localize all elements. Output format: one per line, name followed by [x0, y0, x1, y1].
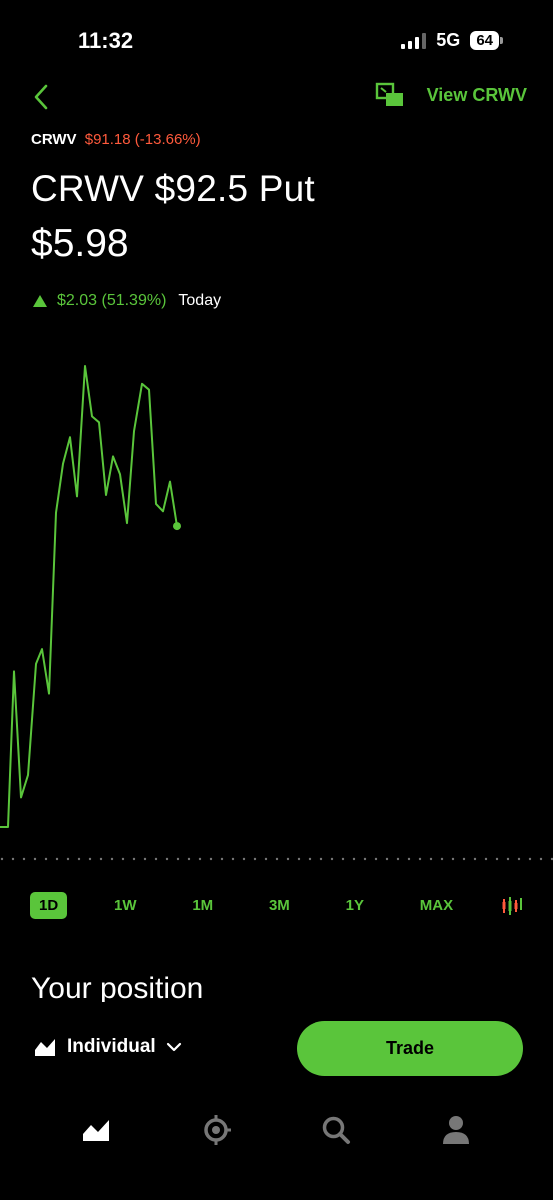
status-indicators: 5G 64 — [401, 30, 503, 51]
baseline-dot — [220, 857, 224, 861]
baseline-dot — [264, 857, 268, 861]
baseline-dot — [352, 857, 356, 861]
tab-bar — [0, 1100, 553, 1160]
baseline-dot — [308, 857, 312, 861]
baseline-dot — [275, 857, 279, 861]
range-1y[interactable]: 1Y — [337, 892, 373, 919]
underlying-price: $91.18 (-13.66%) — [84, 131, 201, 148]
status-time: 11:32 — [78, 28, 134, 53]
baseline-dot — [110, 857, 114, 861]
baseline-dot — [33, 857, 37, 861]
back-button[interactable] — [26, 80, 56, 114]
tab-crypto[interactable] — [196, 1110, 236, 1150]
baseline-dot — [209, 857, 213, 861]
tab-investing[interactable] — [76, 1110, 116, 1150]
candlestick-icon — [502, 896, 522, 915]
search-icon — [322, 1116, 350, 1144]
network-type: 5G — [436, 30, 461, 50]
baseline-dot — [66, 857, 70, 861]
baseline-dot — [198, 857, 202, 861]
picture-in-picture-icon — [375, 82, 403, 106]
baseline-dot — [429, 857, 433, 861]
battery-icon: 64 — [470, 31, 503, 50]
baseline-dot — [143, 857, 147, 861]
baseline-dot — [88, 857, 92, 861]
position-title: Your position — [31, 972, 204, 1002]
crypto-icon — [204, 1115, 231, 1145]
baseline-dot — [286, 857, 290, 861]
baseline-dot — [165, 857, 169, 861]
baseline-dot — [253, 857, 257, 861]
change-period: Today — [178, 292, 222, 309]
current-price-dot — [173, 522, 181, 531]
baseline-dot — [396, 857, 400, 861]
up-triangle-icon — [33, 295, 47, 307]
baseline-dot — [242, 857, 246, 861]
baseline-dot — [440, 857, 444, 861]
baseline-dot — [495, 857, 499, 861]
account-icon — [443, 1116, 469, 1144]
nav-actions: View CRWV — [375, 82, 527, 108]
baseline-dot — [517, 857, 521, 861]
baseline-dot — [11, 857, 15, 861]
baseline-dot — [363, 857, 367, 861]
portfolio-chart-icon — [34, 1036, 56, 1056]
candlestick-toggle-button[interactable] — [500, 895, 524, 917]
baseline-dot — [55, 857, 59, 861]
baseline-dot — [154, 857, 158, 861]
investing-icon — [82, 1117, 110, 1141]
baseline-dot — [407, 857, 411, 861]
trade-button[interactable]: Trade — [297, 1021, 523, 1076]
baseline-dot — [506, 857, 510, 861]
range-1w[interactable]: 1W — [105, 892, 146, 919]
baseline-dot — [385, 857, 389, 861]
signal-icon — [401, 32, 427, 49]
chevron-down-icon — [166, 1042, 181, 1052]
baseline-dot — [231, 857, 235, 861]
baseline-dot — [0, 857, 4, 861]
option-price: $5.98 — [31, 222, 129, 265]
picture-in-picture-button[interactable] — [375, 82, 405, 108]
baseline-dot — [539, 857, 543, 861]
baseline-dot — [176, 857, 180, 861]
underlying-symbol: CRWV — [31, 131, 77, 148]
baseline-dot — [44, 857, 48, 861]
tab-search[interactable] — [316, 1110, 356, 1150]
baseline-dot — [22, 857, 26, 861]
range-1d[interactable]: 1D — [30, 892, 68, 919]
price-change: $2.03 (51.39%) Today — [33, 292, 221, 310]
baseline-dot — [451, 857, 455, 861]
option-title: CRWV $92.5 Put — [31, 168, 315, 209]
baseline-dot — [462, 857, 466, 861]
baseline-dot — [473, 857, 477, 861]
range-max[interactable]: MAX — [411, 892, 462, 919]
baseline-dot — [297, 857, 301, 861]
range-1m[interactable]: 1M — [183, 892, 222, 919]
baseline-dot — [121, 857, 125, 861]
baseline-dot — [528, 857, 532, 861]
baseline-dot — [187, 857, 191, 861]
price-chart[interactable] — [0, 320, 553, 880]
range-3m[interactable]: 3M — [260, 892, 299, 919]
change-value: $2.03 (51.39%) — [57, 292, 167, 309]
range-selector: 1D 1W 1M 3M 1Y MAX — [30, 892, 524, 919]
tab-account[interactable] — [436, 1110, 476, 1150]
underlying-quote: CRWV $91.18 (-13.66%) — [31, 131, 201, 148]
baseline-dot — [319, 857, 323, 861]
price-line — [0, 365, 178, 828]
account-selector[interactable]: Individual — [33, 1036, 182, 1058]
screen: 11:32 5G 64 View CRWV CRWV $91.18 (-13.6… — [0, 0, 553, 1200]
baseline-dot — [484, 857, 488, 861]
baseline-dot — [374, 857, 378, 861]
view-underlying-link[interactable]: View CRWV — [427, 85, 527, 106]
chevron-left-icon — [34, 84, 48, 110]
battery-level: 64 — [470, 31, 499, 50]
baseline-dot — [132, 857, 136, 861]
account-name: Individual — [67, 1036, 156, 1057]
baseline-dot — [77, 857, 81, 861]
baseline-dot — [341, 857, 345, 861]
baseline-dot — [330, 857, 334, 861]
baseline-dot — [99, 857, 103, 861]
baseline-dot — [418, 857, 422, 861]
